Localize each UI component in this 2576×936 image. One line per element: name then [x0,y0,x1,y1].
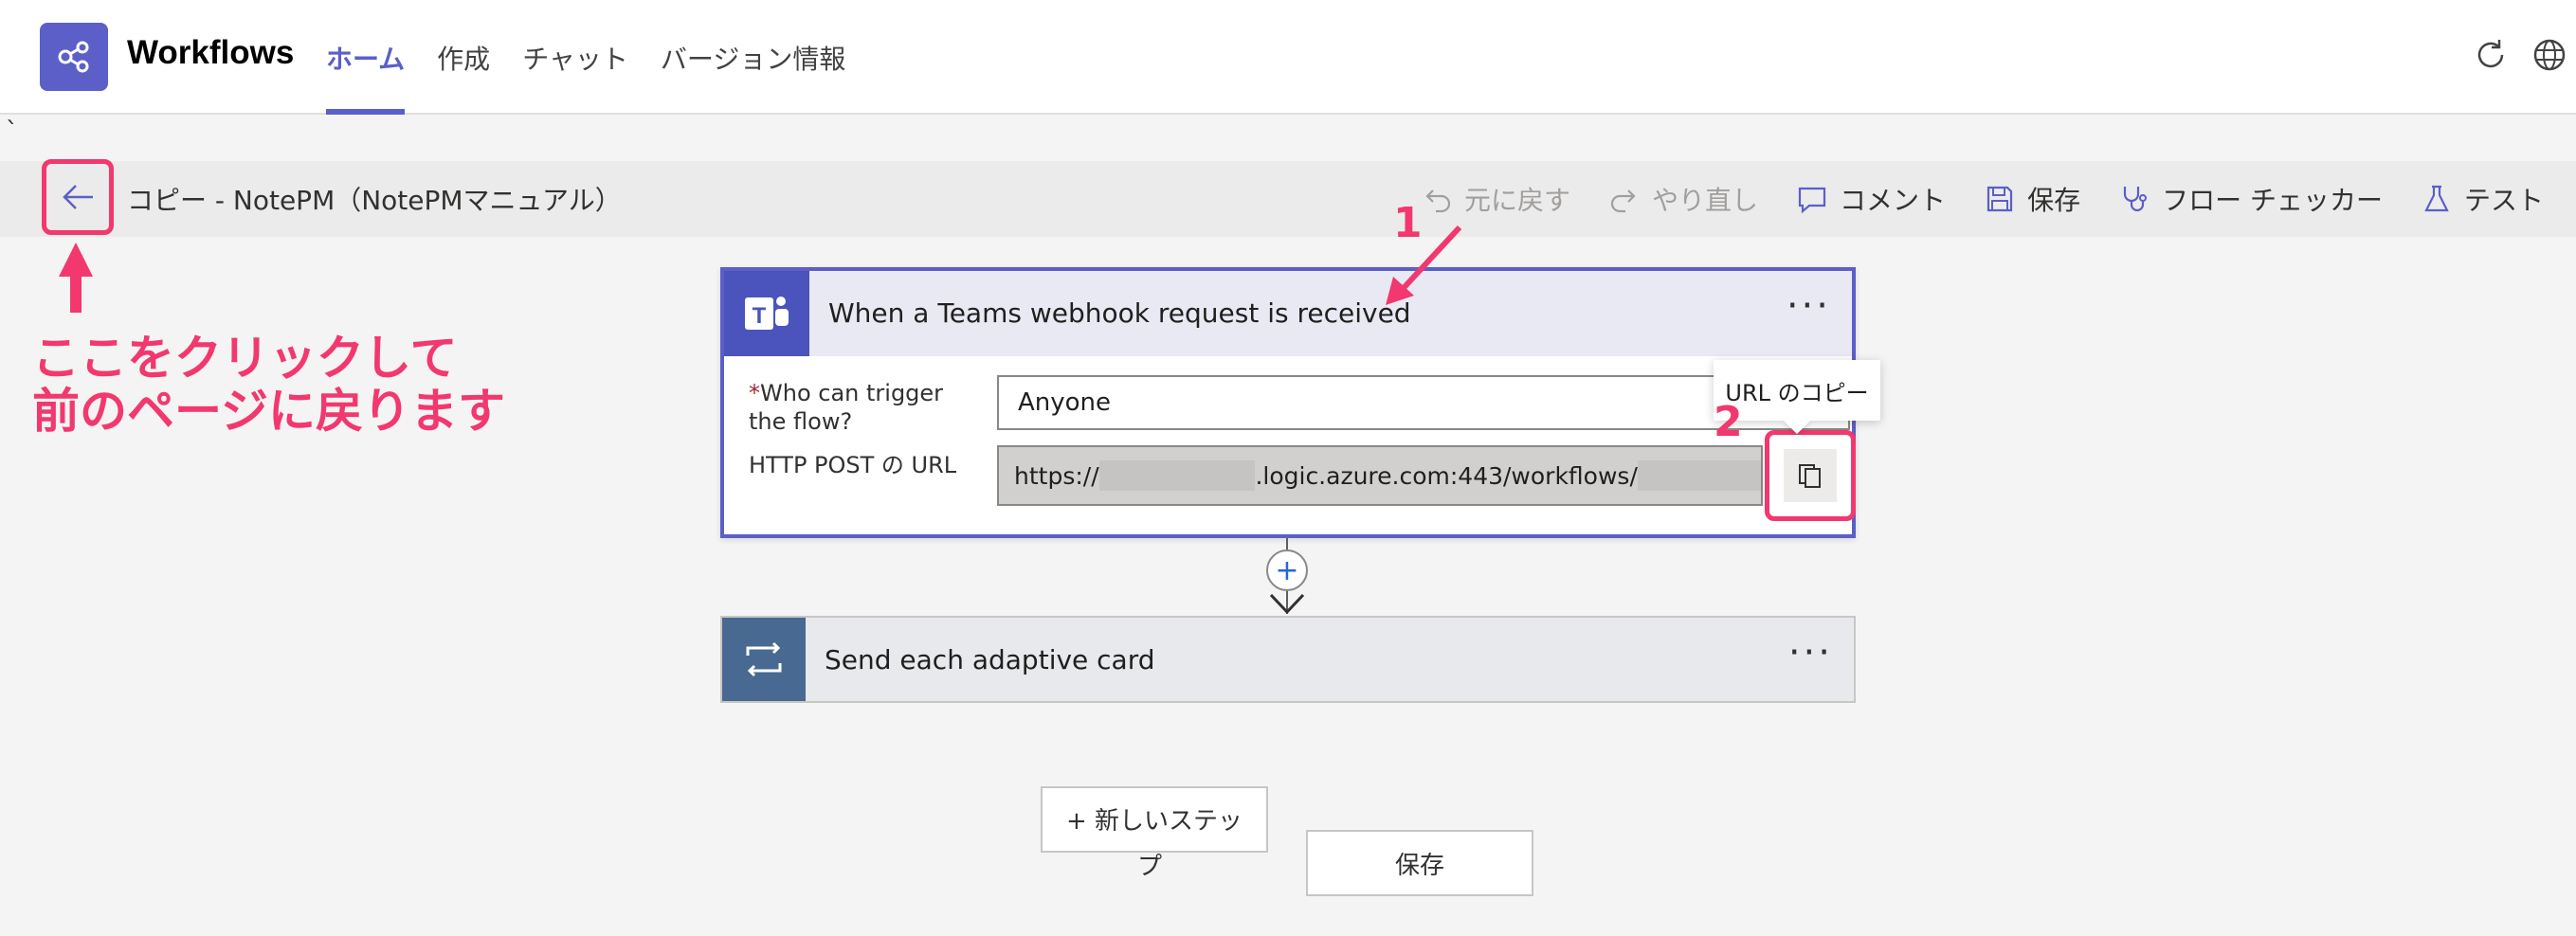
nav-tab-create[interactable]: 作成 [437,0,490,115]
comment-icon [1798,187,1826,214]
teams-icon: T [724,271,809,356]
copy-icon [1799,464,1821,488]
trigger-card: T When a Teams webhook request is receiv… [720,267,1856,538]
url-prefix: https:// [1014,461,1099,490]
stethoscope-icon [2123,187,2148,212]
action-card-more-button[interactable]: ··· [1788,631,1833,675]
who-can-trigger-text: Who can trigger the flow? [749,380,944,435]
redo-label: やり直し [1652,185,1759,216]
copy-url-button[interactable] [1765,430,1856,521]
annotation-arrowhead-up [59,243,93,277]
app-header: Workflows ホーム 作成 チャット バージョン情報 [0,0,2576,115]
redo-button[interactable]: やり直し [1608,180,1758,218]
http-post-url-label: HTTP POST の URL [749,452,957,478]
flask-icon [2424,185,2449,212]
loop-icon [722,618,806,701]
back-hint-line1: ここをクリックして [32,331,458,386]
http-post-url-field[interactable]: https:// .logic.azure.com:443/workflows/ [997,445,1763,506]
nav-tab-chat[interactable]: チャット [522,0,628,115]
redo-icon [1611,189,1636,213]
undo-button[interactable]: 元に戻す [1421,180,1570,218]
copy-button-bg [1784,449,1837,502]
nav-tab-version-info[interactable]: バージョン情報 [661,0,845,115]
save-command-label: 保存 [2027,185,2081,216]
insert-step-button[interactable]: + [1266,549,1308,591]
back-hint-line2: 前のページに戻ります [32,384,505,439]
action-card[interactable]: Send each adaptive card ··· [720,616,1856,703]
command-items: 元に戻す やり直し コメント 保存 フロー チェッカー テスト [1383,161,2544,237]
flow-checker-button[interactable]: フロー チェッカー [2118,180,2383,218]
required-mark: * [749,380,760,406]
top-nav: ホーム 作成 チャット バージョン情報 [326,0,878,115]
flow-checker-label: フロー チェッカー [2162,185,2383,216]
url-redacted-part [1098,460,1256,491]
flow-name: コピー - NotePM（NotePMマニュアル） [127,185,622,216]
undo-label: 元に戻す [1464,185,1571,216]
back-button[interactable] [42,159,114,235]
arrow-left-icon [63,185,93,209]
nav-tab-home[interactable]: ホーム [326,0,406,115]
annotation-number-1: 1 [1393,199,1423,247]
back-hint-annotation: ここをクリックして 前のページに戻ります [32,332,505,438]
save-button[interactable]: 保存 [1306,830,1533,896]
comment-label: コメント [1840,185,1947,216]
undo-icon [1425,189,1451,213]
svg-text:T: T [753,303,767,329]
app-title: Workflows [127,34,295,71]
new-step-button-overflow: プ [1137,853,1163,881]
save-icon [1986,186,2013,212]
refresh-icon[interactable] [2472,36,2510,74]
test-label: テスト [2463,185,2544,216]
workflows-logo-icon[interactable] [40,23,108,91]
trigger-card-header[interactable]: T When a Teams webhook request is receiv… [724,271,1852,356]
test-button[interactable]: テスト [2421,180,2544,218]
connector-arrow-icon [1269,593,1305,615]
action-card-title: Send each adaptive card [825,644,1155,675]
new-step-button[interactable]: + 新しいステッ [1041,786,1268,853]
url-middle: .logic.azure.com:443/workflows/ [1255,461,1638,490]
trigger-card-more-button[interactable]: ··· [1787,284,1831,328]
globe-icon[interactable] [2531,36,2568,74]
stray-backtick: ` [6,117,18,146]
trigger-card-title: When a Teams webhook request is received [828,297,1411,329]
annotation-number-2: 2 [1714,398,1743,446]
comment-button[interactable]: コメント [1796,180,1946,218]
save-command-button[interactable]: 保存 [1984,180,2080,218]
who-can-trigger-label: *Who can trigger the flow? [749,379,986,436]
url-redacted-part [1637,460,1761,491]
